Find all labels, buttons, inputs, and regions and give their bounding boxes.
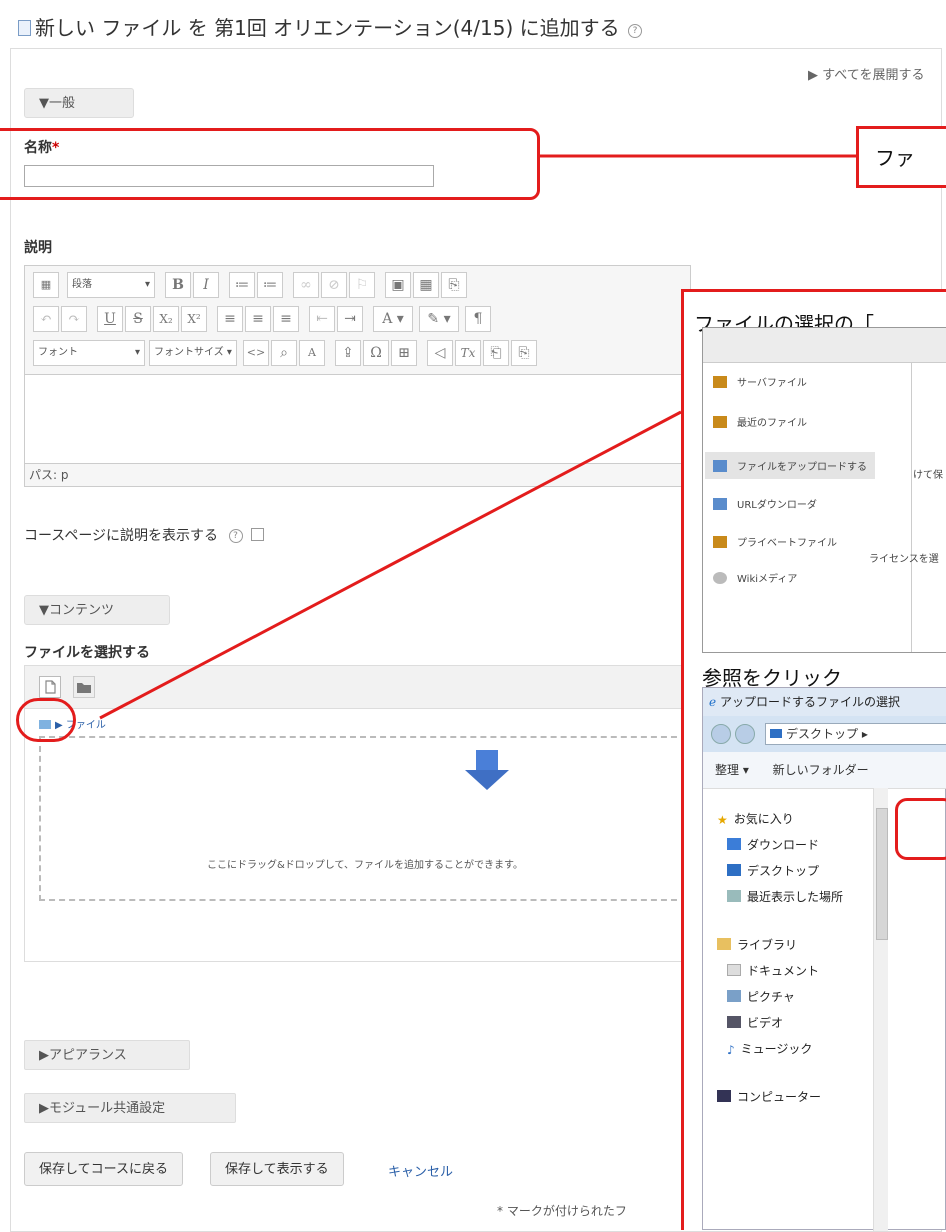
picker-side-text-2: ライセンスを選 (869, 554, 939, 565)
tree-item-libraries[interactable]: ライブラリ (717, 936, 797, 953)
upload-icon (713, 460, 727, 472)
wikimedia-icon (713, 572, 727, 584)
desktop-icon (727, 864, 741, 876)
picker-item-label: Wikiメディア (737, 574, 798, 585)
file-dialog-title-text: アップロードするファイルの選択 (719, 695, 900, 709)
tree-item-label: ビデオ (747, 1016, 784, 1030)
library-icon (717, 938, 731, 950)
tree-item-recent-places[interactable]: 最近表示した場所 (727, 888, 843, 905)
picker-item-label: プライベートファイル (737, 538, 837, 549)
picker-item-label: URLダウンローダ (737, 500, 817, 511)
back-icon[interactable] (711, 724, 731, 744)
callout-box-name: ファ (856, 126, 946, 188)
moodle-icon (713, 416, 727, 428)
picker-side-text-1: けて保 (913, 470, 943, 481)
new-folder-button[interactable]: 新しいフォルダー (773, 763, 869, 777)
file-picker: サーバファイル 最近のファイル ファイルをアップロードする URLダウンローダ … (702, 327, 946, 653)
tree-item-label: ダウンロード (747, 838, 820, 852)
tree-item-computer[interactable]: コンピューター (717, 1088, 821, 1105)
download-icon (713, 498, 727, 510)
file-dialog-nav: デスクトップ ▸ (703, 716, 946, 752)
picture-icon (727, 990, 741, 1002)
tree-item-downloads[interactable]: ダウンロード (727, 836, 819, 853)
download-folder-icon (727, 838, 741, 850)
ie-icon: ℯ (709, 695, 717, 709)
file-dialog-commands: 整理 ▾ 新しいフォルダー (703, 752, 946, 789)
tree-item-documents[interactable]: ドキュメント (727, 962, 819, 979)
tree-item-music[interactable]: ♪ ミュージック (727, 1040, 812, 1057)
tree-item-label: コンピューター (737, 1090, 822, 1104)
picker-item-url-downloader[interactable]: URLダウンローダ (713, 496, 817, 511)
tree-item-label: お気に入り (733, 812, 794, 826)
tree-item-label: ドキュメント (747, 964, 820, 978)
tree-item-desktop[interactable]: デスクトップ (727, 862, 819, 879)
callout-name-text: ファ (875, 146, 915, 170)
callout-line-file-icon (99, 410, 682, 720)
music-icon: ♪ (727, 1043, 735, 1057)
location-text: デスクトップ ▸ (786, 727, 868, 741)
video-icon (727, 1016, 741, 1028)
forward-icon[interactable] (735, 724, 755, 744)
tree-item-label: ミュージック (740, 1042, 813, 1056)
moodle-icon (713, 536, 727, 548)
file-dialog: ℯ アップロードするファイルの選択 デスクトップ ▸ 整理 ▾ 新しいフォルダー… (702, 687, 946, 1231)
highlight-name-field (0, 128, 540, 200)
desktop-icon (770, 729, 782, 738)
document-icon (727, 964, 741, 976)
star-icon: ★ (717, 813, 728, 827)
picker-item-label: 最近のファイル (737, 418, 807, 429)
picker-item-label: ファイルをアップロードする (737, 462, 867, 473)
location-bar[interactable]: デスクトップ ▸ (765, 723, 946, 745)
moodle-icon (713, 376, 727, 388)
tree-item-label: ピクチャ (747, 990, 795, 1004)
tree-item-videos[interactable]: ビデオ (727, 1014, 783, 1031)
organize-menu[interactable]: 整理 ▾ (715, 763, 749, 777)
computer-icon (717, 1090, 731, 1102)
file-picker-header (703, 328, 946, 363)
scroll-thumb[interactable] (876, 808, 888, 940)
tree-item-label: ライブラリ (737, 938, 798, 952)
recent-places-icon (727, 890, 741, 902)
tree-item-favorites[interactable]: ★ お気に入り (717, 810, 794, 827)
tree-item-label: デスクトップ (747, 864, 820, 878)
file-picker-divider (911, 362, 912, 652)
picker-item-upload[interactable]: ファイルをアップロードする (705, 452, 875, 479)
tree-item-pictures[interactable]: ピクチャ (727, 988, 795, 1005)
tree-scrollbar[interactable] (873, 788, 888, 1231)
highlight-browse-button (895, 798, 946, 860)
file-dialog-title: ℯ アップロードするファイルの選択 (703, 688, 946, 716)
picker-item-label: サーバファイル (737, 378, 807, 389)
highlight-add-file-icon (16, 698, 76, 742)
tree-item-label: 最近表示した場所 (747, 890, 844, 904)
picker-item-recent-files[interactable]: 最近のファイル (713, 414, 807, 429)
picker-item-wikimedia[interactable]: Wikiメディア (713, 570, 797, 585)
picker-item-server-files[interactable]: サーバファイル (713, 374, 807, 389)
picker-item-private-files[interactable]: プライベートファイル (713, 534, 837, 549)
